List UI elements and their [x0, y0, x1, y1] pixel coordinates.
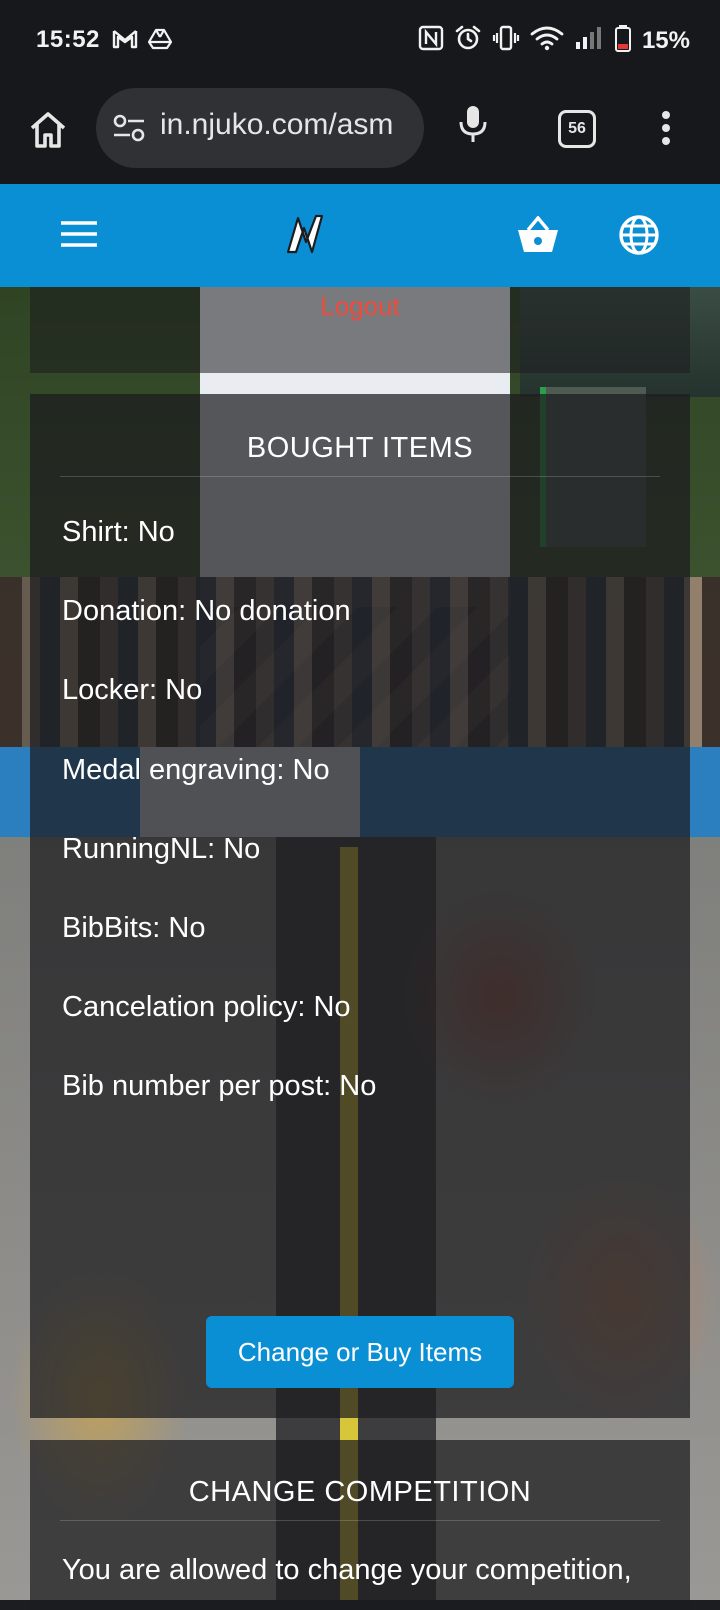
logout-link[interactable]: Logout	[30, 291, 690, 322]
home-button[interactable]	[28, 110, 68, 154]
divider	[60, 476, 660, 477]
change-competition-title: CHANGE COMPETITION	[188, 1476, 532, 1508]
mic-icon	[458, 106, 488, 148]
browser-toolbar: in.njuko.com/asm 56	[0, 84, 720, 184]
battery-icon	[614, 24, 632, 57]
system-status-icons: 15%	[418, 24, 690, 57]
globe-icon[interactable]	[618, 214, 660, 261]
drive-icon	[147, 28, 173, 55]
address-bar[interactable]: in.njuko.com/asm	[96, 88, 424, 168]
site-settings-icon[interactable]	[112, 114, 146, 147]
hamburger-menu-icon[interactable]	[60, 220, 98, 253]
bought-item-medal-engraving: Medal engraving: No	[62, 754, 330, 786]
bought-items-title: BOUGHT ITEMS	[246, 432, 474, 464]
bought-item-bibbits: BibBits: No	[62, 912, 206, 944]
change-competition-text: You are allowed to change your competiti…	[62, 1554, 632, 1586]
bought-item-bib-number-per-post: Bib number per post: No	[62, 1070, 377, 1102]
vibrate-icon	[492, 24, 520, 57]
status-bar: 15:52 15%	[0, 0, 720, 84]
wifi-icon	[530, 25, 564, 56]
bought-item-locker: Locker: No	[62, 674, 203, 706]
alarm-icon	[454, 24, 482, 57]
status-time: 15:52	[36, 26, 100, 53]
change-competition-panel: CHANGE COMPETITION You are allowed to ch…	[30, 1440, 690, 1610]
site-header	[0, 184, 720, 287]
more-vert-icon[interactable]	[660, 110, 672, 151]
notification-icons	[112, 28, 173, 55]
home-icon	[28, 112, 68, 154]
tab-switcher-button[interactable]: 56	[558, 110, 596, 148]
nfc-icon	[418, 25, 444, 56]
bought-item-shirt: Shirt: No	[62, 516, 175, 548]
signal-icon	[574, 26, 604, 55]
gmail-icon	[112, 28, 138, 55]
njuko-logo[interactable]	[284, 212, 334, 261]
url-text[interactable]: in.njuko.com/asm	[160, 108, 422, 142]
bought-item-donation: Donation: No donation	[62, 595, 351, 627]
bought-items-panel: BOUGHT ITEMS Shirt: No Donation: No dona…	[30, 394, 690, 1418]
basket-icon[interactable]	[516, 215, 560, 261]
logout-panel: Logout	[30, 287, 690, 373]
voice-search-button[interactable]	[458, 104, 488, 149]
bought-item-runningnl: RunningNL: No	[62, 833, 261, 865]
change-or-buy-items-button[interactable]: Change or Buy Items	[206, 1316, 514, 1388]
bought-item-cancelation-policy: Cancelation policy: No	[62, 991, 351, 1023]
divider	[60, 1520, 660, 1521]
battery-percent: 15%	[641, 26, 690, 54]
